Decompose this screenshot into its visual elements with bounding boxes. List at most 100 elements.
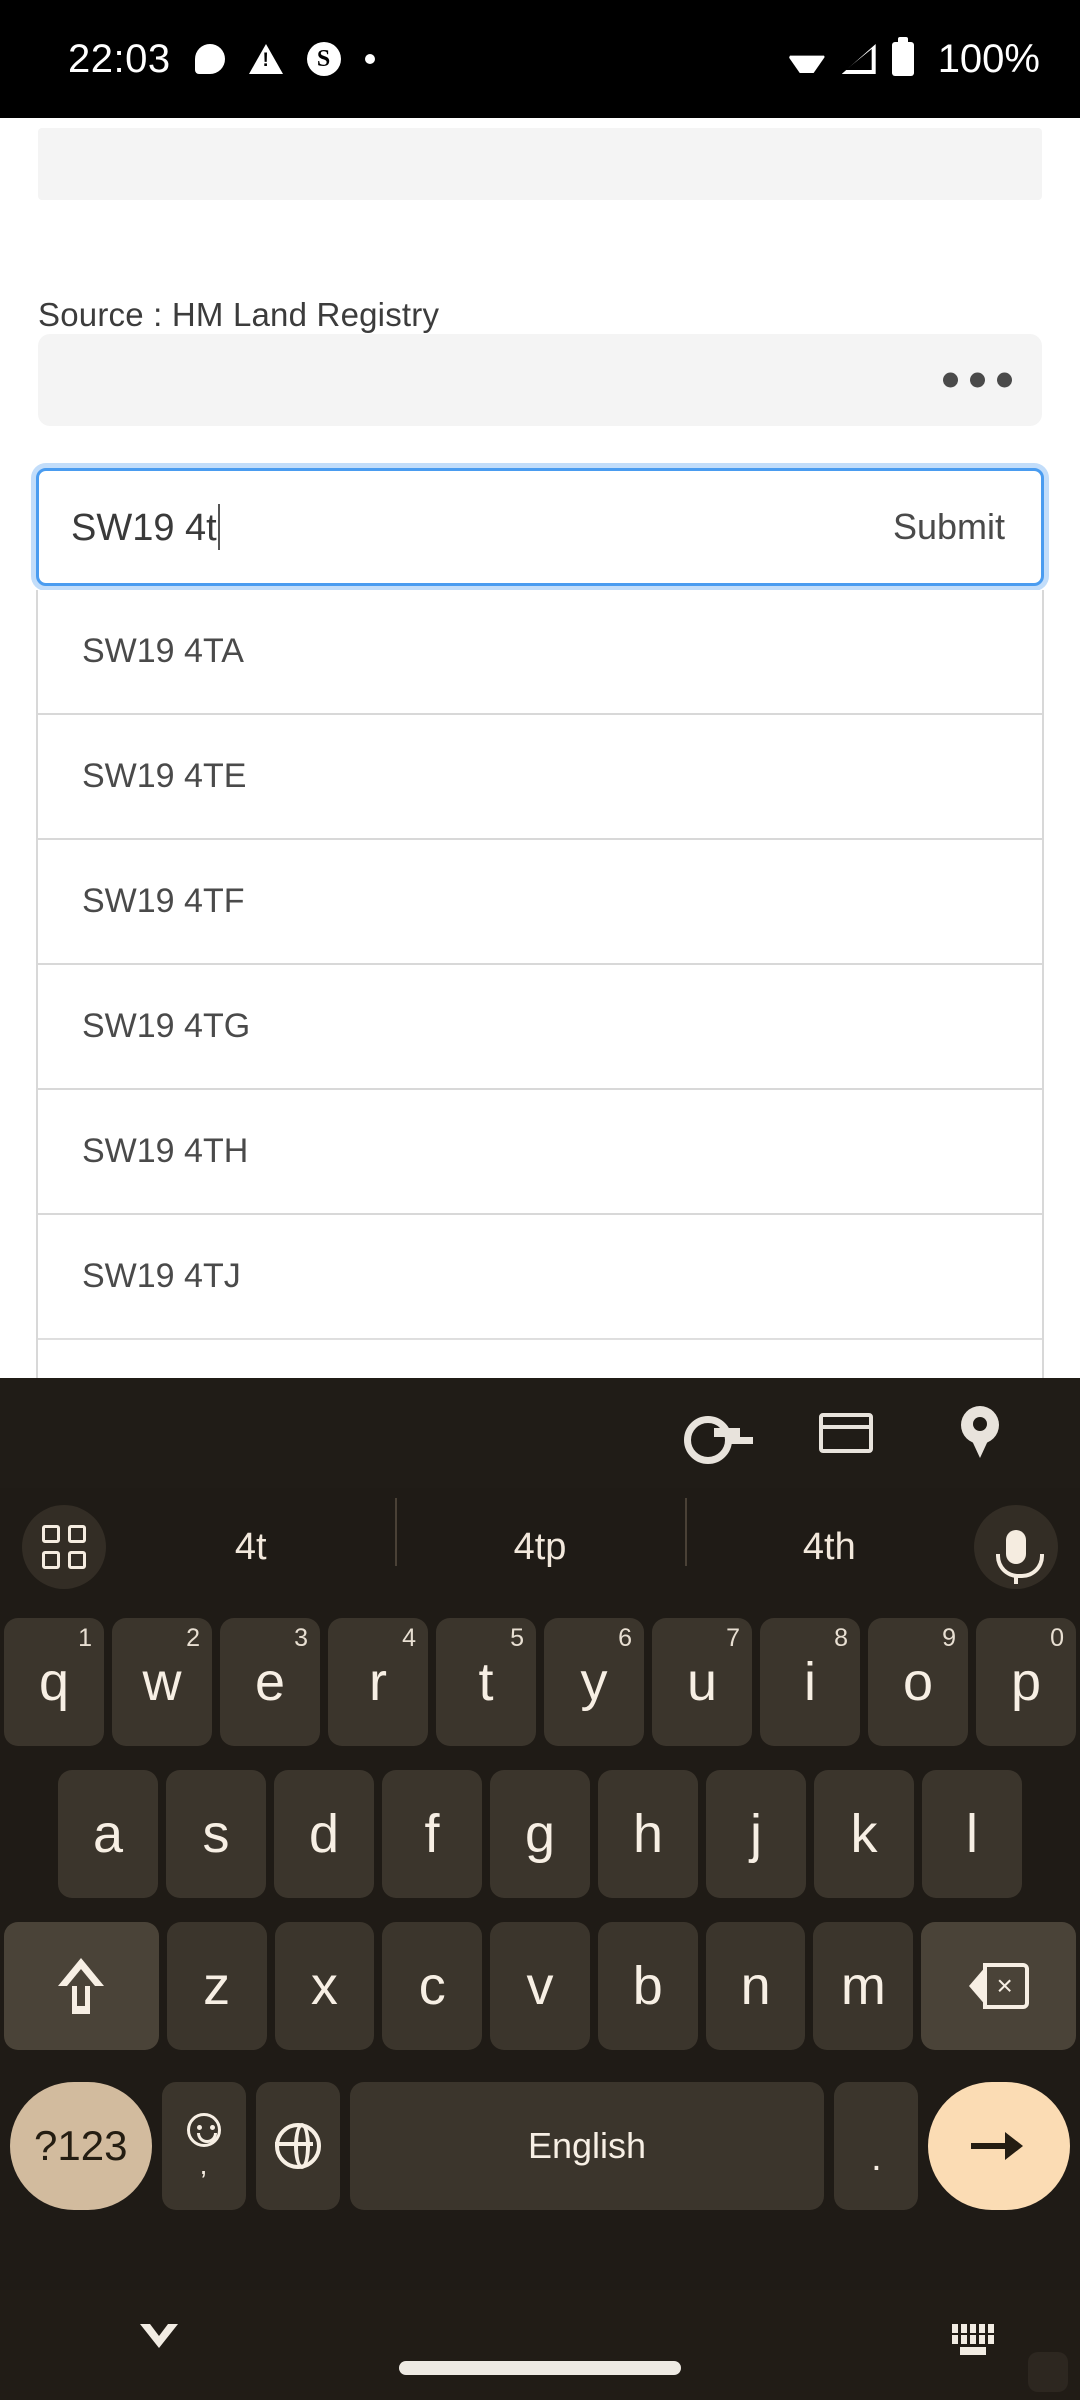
keyboard-row-1: q1 w2 e3 r4 t5 y6 u7 i8 o9 p0 xyxy=(0,1606,1080,1758)
key-n[interactable]: n xyxy=(705,1922,806,2050)
list-item[interactable]: SW19 4TG xyxy=(38,965,1042,1090)
suggestion-word[interactable]: 4tp xyxy=(395,1497,684,1569)
key-r[interactable]: r4 xyxy=(328,1618,428,1746)
navigation-bar xyxy=(0,2290,1080,2400)
key-label: u xyxy=(686,1652,718,1712)
key-w[interactable]: w2 xyxy=(112,1618,212,1746)
dot-icon xyxy=(364,54,375,64)
key-l[interactable]: l xyxy=(922,1770,1022,1898)
key-z[interactable]: z xyxy=(166,1922,267,2050)
key-y[interactable]: y6 xyxy=(544,1618,644,1746)
key-t[interactable]: t5 xyxy=(436,1618,536,1746)
key-d[interactable]: d xyxy=(274,1770,374,1898)
symbols-key[interactable]: ?123 xyxy=(10,2082,152,2210)
keyboard-row-4: ?123 , English . xyxy=(0,2062,1080,2230)
key-hint: 0 xyxy=(1050,1624,1064,1652)
battery-icon xyxy=(891,37,914,76)
key-hint: 2 xyxy=(186,1624,200,1652)
keyboard-row-3: z x c v b n m × xyxy=(0,1910,1080,2062)
status-bar-left: 22:03 S xyxy=(68,37,375,82)
suggestion-words: 4t 4tp 4th xyxy=(106,1497,974,1569)
key-q[interactable]: q1 xyxy=(4,1618,104,1746)
list-item[interactable]: SW19 4TL xyxy=(38,1340,1042,1378)
key-g[interactable]: g xyxy=(490,1770,590,1898)
options-panel[interactable] xyxy=(38,334,1042,426)
suggestion-word[interactable]: 4t xyxy=(106,1526,395,1569)
key-hint: 9 xyxy=(942,1624,956,1652)
emoji-key-sub: , xyxy=(199,2149,208,2180)
chat-bubble-icon xyxy=(194,44,225,74)
key-label: w xyxy=(142,1652,182,1712)
emoji-icon[interactable]: , xyxy=(161,2082,246,2210)
search-input-value: SW19 4t xyxy=(71,507,217,549)
postcode-search-field[interactable]: SW19 4t Submit xyxy=(36,468,1044,586)
key-m[interactable]: m xyxy=(813,1922,914,2050)
credit-card-icon[interactable] xyxy=(818,1405,874,1461)
key-a[interactable]: a xyxy=(58,1770,158,1898)
key-p[interactable]: p0 xyxy=(976,1618,1076,1746)
space-key[interactable]: English xyxy=(349,2082,825,2210)
placeholder-panel-top xyxy=(38,128,1042,200)
submit-button[interactable]: Submit xyxy=(893,506,1011,548)
more-options-icon[interactable] xyxy=(943,372,1012,388)
source-label: Source : HM Land Registry xyxy=(38,296,440,333)
wifi-icon xyxy=(788,45,826,73)
keyboard-row-2: a s d f g h j k l xyxy=(0,1758,1080,1910)
autofill-toolbar xyxy=(0,1378,1080,1488)
period-key[interactable]: . xyxy=(834,2082,919,2210)
language-globe-icon[interactable] xyxy=(255,2082,340,2210)
text-caret xyxy=(217,504,220,550)
key-hint: 5 xyxy=(510,1624,524,1652)
key-k[interactable]: k xyxy=(814,1770,914,1898)
key-label: q xyxy=(38,1652,70,1712)
key-label: y xyxy=(580,1652,608,1712)
key-hint: 4 xyxy=(402,1624,416,1652)
suggestion-word[interactable]: 4th xyxy=(684,1497,974,1569)
key-hint: 6 xyxy=(618,1624,632,1652)
list-item[interactable]: SW19 4TA xyxy=(38,590,1042,715)
key-i[interactable]: i8 xyxy=(760,1618,860,1746)
status-bar-right: 100% xyxy=(788,37,1040,82)
key-label: i xyxy=(804,1652,816,1712)
s-circle-icon: S xyxy=(306,42,341,76)
grid-apps-icon[interactable] xyxy=(22,1505,106,1589)
warning-triangle-icon xyxy=(248,44,283,74)
key-f[interactable]: f xyxy=(382,1770,482,1898)
key-hint: 3 xyxy=(294,1624,308,1652)
key-hint: 8 xyxy=(834,1624,848,1652)
search-input[interactable]: SW19 4t xyxy=(71,504,893,550)
key-label: o xyxy=(902,1652,934,1712)
software-keyboard: 4t 4tp 4th q1 w2 e3 r4 t5 y6 u7 i8 o9 p0… xyxy=(0,1378,1080,2400)
nav-corner-badge xyxy=(1028,2352,1068,2392)
page-content: Source : HM Land Registry SW19 4t Submit… xyxy=(0,118,1080,1378)
backspace-icon[interactable]: × xyxy=(921,1922,1076,2050)
enter-arrow-icon[interactable] xyxy=(928,2082,1070,2210)
key-x[interactable]: x xyxy=(274,1922,375,2050)
keyboard-suggestion-strip: 4t 4tp 4th xyxy=(0,1488,1080,1606)
key-s[interactable]: s xyxy=(166,1770,266,1898)
key-label: e xyxy=(254,1652,286,1712)
home-pill[interactable] xyxy=(399,2361,681,2375)
keyboard-switcher-icon[interactable] xyxy=(952,2324,994,2356)
key-label: p xyxy=(1010,1652,1042,1712)
key-o[interactable]: o9 xyxy=(868,1618,968,1746)
key-h[interactable]: h xyxy=(598,1770,698,1898)
key-hint: 1 xyxy=(78,1624,92,1652)
microphone-icon[interactable] xyxy=(974,1505,1058,1589)
key-u[interactable]: u7 xyxy=(652,1618,752,1746)
key-e[interactable]: e3 xyxy=(220,1618,320,1746)
key-b[interactable]: b xyxy=(597,1922,698,2050)
shift-icon[interactable] xyxy=(4,1922,159,2050)
list-item[interactable]: SW19 4TH xyxy=(38,1090,1042,1215)
key-j[interactable]: j xyxy=(706,1770,806,1898)
list-item[interactable]: SW19 4TJ xyxy=(38,1215,1042,1340)
location-pin-icon[interactable] xyxy=(952,1405,1008,1461)
key-c[interactable]: c xyxy=(382,1922,483,2050)
suggestion-list[interactable]: SW19 4TA SW19 4TE SW19 4TF SW19 4TG SW19… xyxy=(36,590,1044,1378)
list-item[interactable]: SW19 4TF xyxy=(38,840,1042,965)
key-v[interactable]: v xyxy=(490,1922,590,2050)
status-bar-clock: 22:03 xyxy=(68,36,171,81)
password-key-icon[interactable] xyxy=(684,1405,740,1464)
key-label: r xyxy=(369,1652,387,1712)
list-item[interactable]: SW19 4TE xyxy=(38,715,1042,840)
